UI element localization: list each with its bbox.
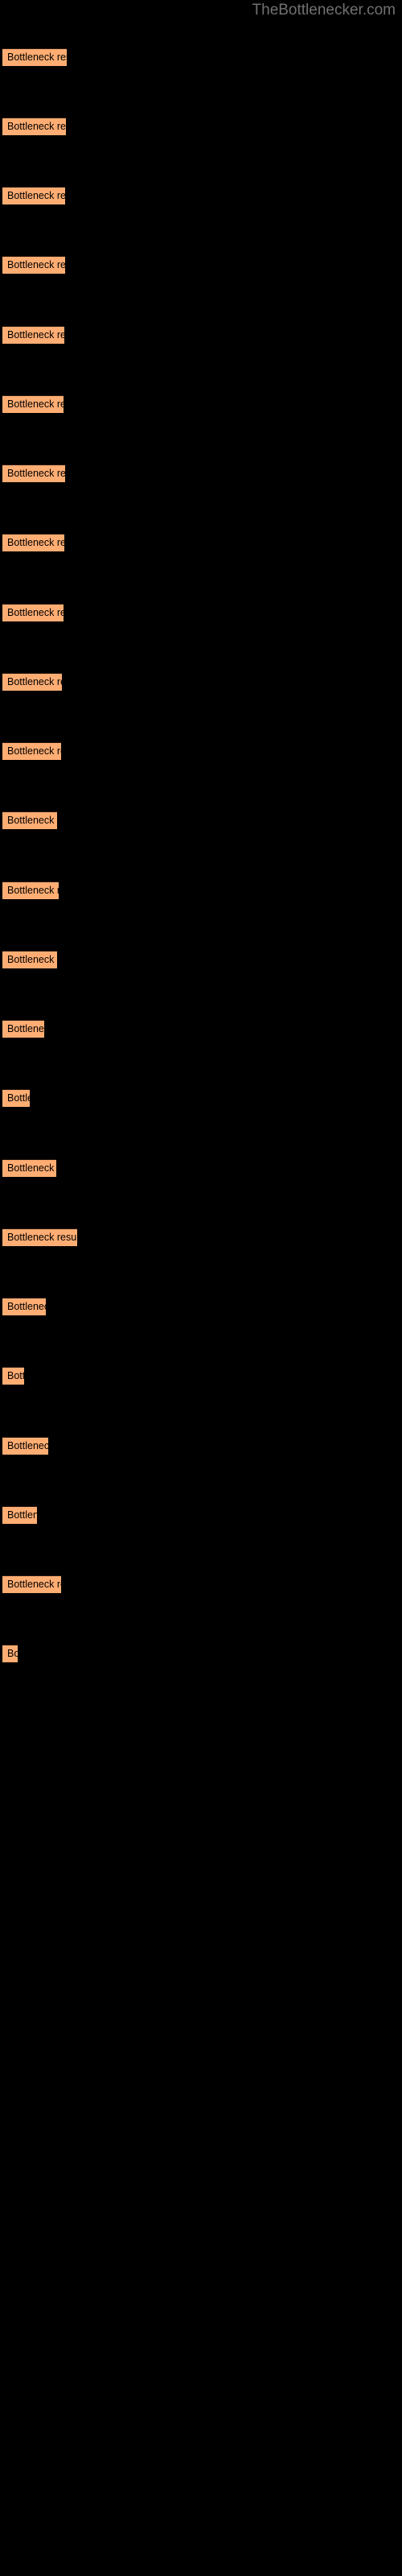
bar-row: Bottleneck result: [0, 1089, 402, 1107]
bar-label: Bottleneck result: [7, 1440, 48, 1451]
bar-label-clip: Bottleneck result: [2, 1437, 48, 1455]
bar-row: Bottleneck result: [0, 48, 402, 66]
bar-label-clip: Bottleneck result: [2, 187, 65, 204]
bar-label-clip: Bottleneck result: [2, 326, 64, 344]
bar-label-clip: Bottleneck result: [2, 1575, 61, 1593]
bar-label: Bottleneck result: [7, 1023, 44, 1034]
bar-label: Bottleneck result: [7, 1232, 77, 1243]
bar-row: Bottleneck result: [0, 951, 402, 968]
bar-row: Bottleneck result: [0, 604, 402, 621]
bar-row: Bottleneck result: [0, 1437, 402, 1455]
bar-label-clip: Bottleneck result: [2, 604, 64, 621]
bar-label: Bottleneck result: [7, 676, 62, 687]
bar-label-clip: Bottleneck result: [2, 1228, 77, 1246]
bar-label-clip: Bottleneck result: [2, 951, 57, 968]
bar-label-clip: Bottleneck result: [2, 1020, 44, 1038]
bar-label: Bottleneck result: [7, 259, 65, 270]
bar-row: Bottleneck result: [0, 1020, 402, 1038]
bar-label-clip: Bottleneck result: [2, 1645, 18, 1662]
bar-row: Bottleneck result: [0, 1159, 402, 1177]
bottleneck-results-chart: TheBottlenecker.com Bottleneck resultBot…: [0, 0, 402, 2576]
bar-row: Bottleneck result: [0, 395, 402, 413]
bar-label: Bottleneck result: [7, 745, 61, 757]
bar-label-clip: Bottleneck result: [2, 1159, 56, 1177]
bar-label-clip: Bottleneck result: [2, 673, 62, 691]
bar-label-clip: Bottleneck result: [2, 256, 65, 274]
bar-label: Bottleneck result: [7, 1579, 61, 1590]
bar-row: Bottleneck result: [0, 1506, 402, 1524]
bar-label: Bottleneck result: [7, 537, 64, 548]
bar-label-clip: Bottleneck result: [2, 881, 59, 899]
bar-row: Bottleneck result: [0, 326, 402, 344]
bar-row: Bottleneck result: [0, 187, 402, 204]
bar-label: Bottleneck result: [7, 329, 64, 341]
bar-label: Bottleneck result: [7, 1648, 18, 1659]
bar-label-clip: Bottleneck result: [2, 1367, 24, 1385]
bar-label-clip: Bottleneck result: [2, 742, 61, 760]
bar-row: Bottleneck result: [0, 673, 402, 691]
bar-label: Bottleneck result: [7, 1092, 30, 1104]
bar-row: Bottleneck result: [0, 534, 402, 551]
bar-label: Bottleneck result: [7, 607, 64, 618]
bar-row: Bottleneck result: [0, 256, 402, 274]
bar-row: Bottleneck result: [0, 1228, 402, 1246]
bar-label-clip: Bottleneck result: [2, 811, 57, 829]
bar-label: Bottleneck result: [7, 190, 65, 201]
bar-row: Bottleneck result: [0, 881, 402, 899]
bar-row: Bottleneck result: [0, 118, 402, 135]
bar-label-clip: Bottleneck result: [2, 118, 66, 135]
bar-label-clip: Bottleneck result: [2, 1089, 30, 1107]
bar-label-clip: Bottleneck result: [2, 395, 64, 413]
bar-label: Bottleneck result: [7, 1370, 24, 1381]
bar-label-clip: Bottleneck result: [2, 48, 67, 66]
bar-label-clip: Bottleneck result: [2, 534, 64, 551]
bar-label: Bottleneck result: [7, 954, 57, 965]
bar-row: Bottleneck result: [0, 464, 402, 482]
bar-label-clip: Bottleneck result: [2, 464, 65, 482]
bar-label: Bottleneck result: [7, 815, 57, 826]
bar-label: Bottleneck result: [7, 1162, 56, 1174]
bar-label-clip: Bottleneck result: [2, 1506, 37, 1524]
bar-label: Bottleneck result: [7, 1301, 46, 1312]
bar-row: Bottleneck result: [0, 1575, 402, 1593]
bar-row: Bottleneck result: [0, 1367, 402, 1385]
bar-label: Bottleneck result: [7, 468, 65, 479]
bar-list: Bottleneck result Bottleneck result Bottle…: [0, 0, 402, 2576]
bar-label-clip: Bottleneck result: [2, 1298, 46, 1315]
bar-label: Bottleneck result: [7, 885, 59, 896]
bar-label: Bottleneck result: [7, 1509, 37, 1521]
bar-row: Bottleneck result: [0, 811, 402, 829]
bar-label: Bottleneck result: [7, 121, 66, 132]
bar-row: Bottleneck result: [0, 1298, 402, 1315]
bar-row: Bottleneck result: [0, 742, 402, 760]
bar-label: Bottleneck result: [7, 398, 64, 410]
bar-row: Bottleneck result: [0, 1645, 402, 1662]
bar-label: Bottleneck result: [7, 52, 67, 63]
